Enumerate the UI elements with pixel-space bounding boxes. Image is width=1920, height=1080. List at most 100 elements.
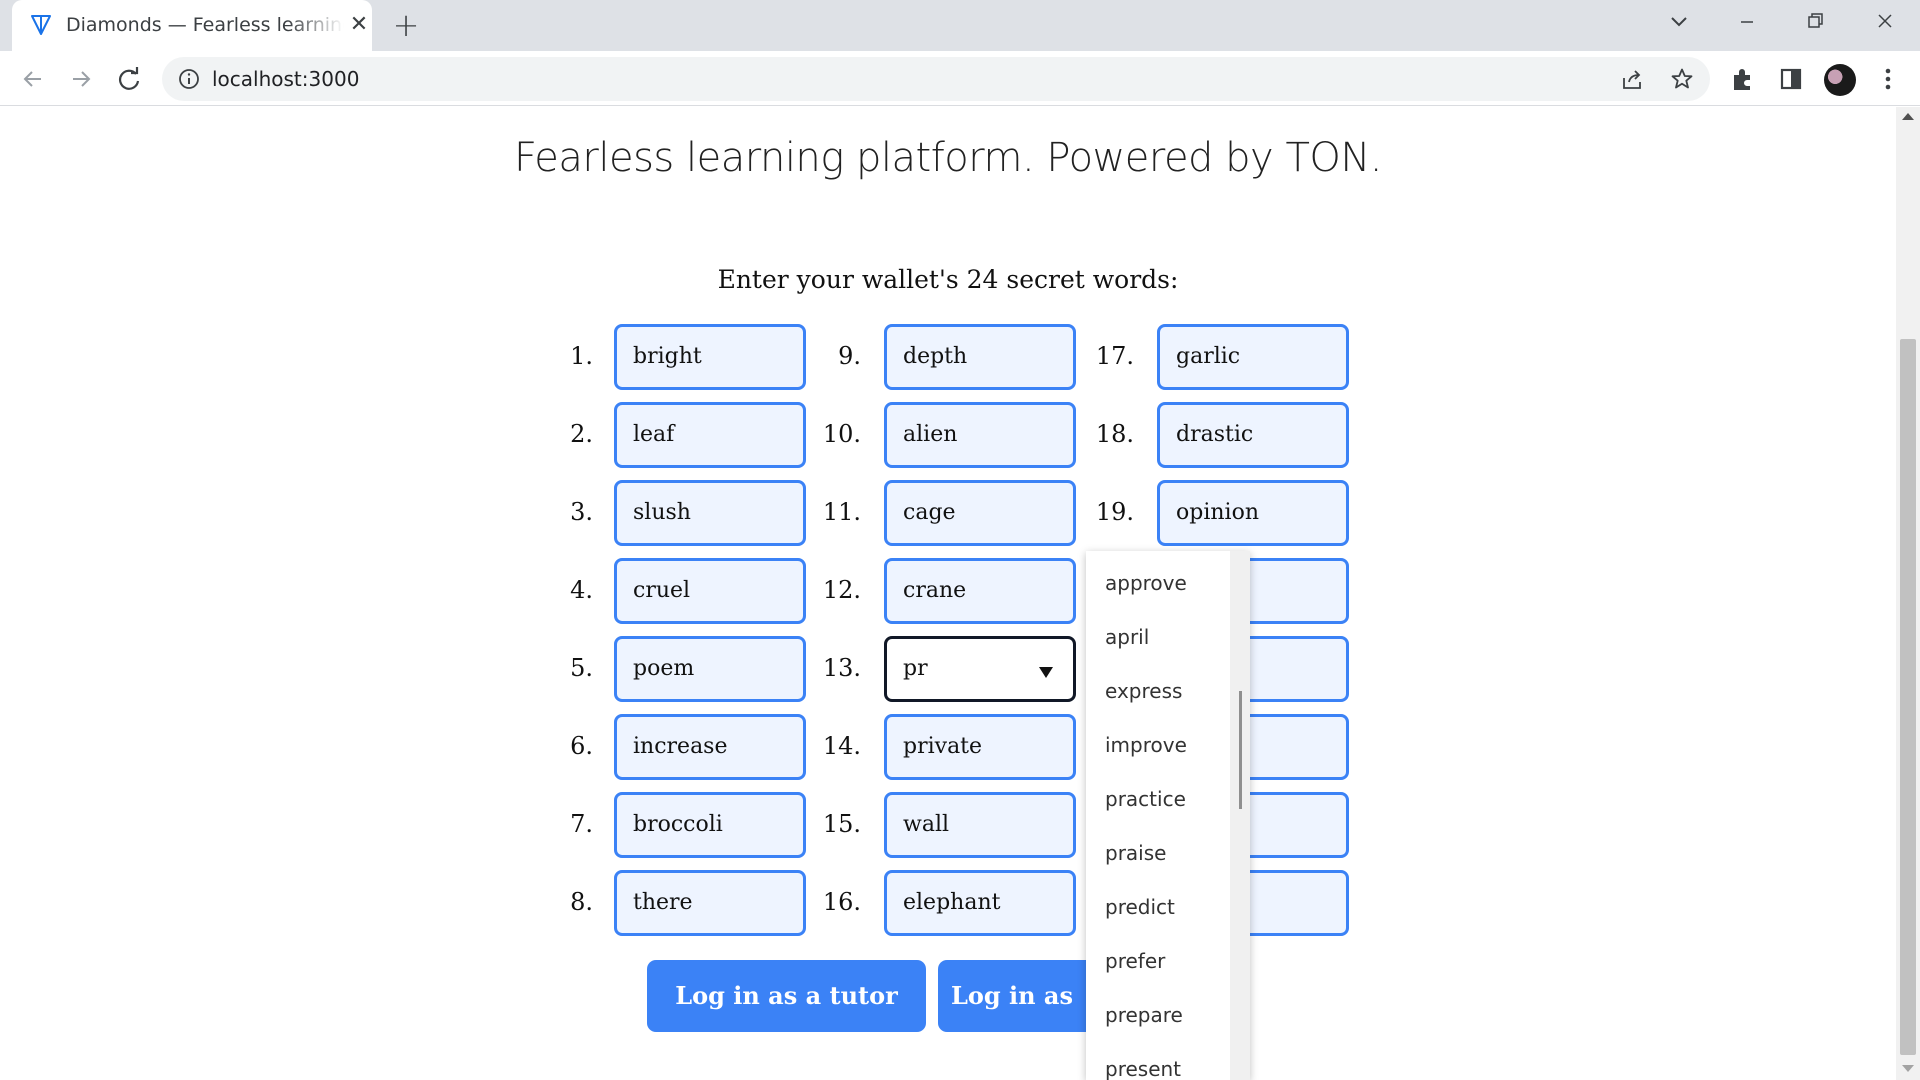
word-number: 12.	[822, 576, 861, 604]
share-icon[interactable]	[1620, 68, 1644, 92]
word-input[interactable]: wall	[884, 792, 1076, 858]
suggestion-item[interactable]: april	[1105, 625, 1149, 649]
word-number: 15.	[822, 810, 861, 838]
word-input[interactable]: private	[884, 714, 1076, 780]
word-input[interactable]: alien	[884, 402, 1076, 468]
forward-arrow-icon[interactable]	[66, 64, 96, 94]
browser-toolbar: localhost:3000	[0, 51, 1920, 106]
tab-search-chevron-icon[interactable]	[1646, 8, 1712, 38]
site-info-icon[interactable]	[178, 68, 200, 90]
word-value: poem	[633, 656, 695, 681]
word-number: 17.	[1095, 342, 1134, 370]
address-bar[interactable]: localhost:3000	[162, 57, 1710, 101]
word-value: depth	[903, 344, 968, 369]
word-value: cruel	[633, 578, 691, 603]
word-input[interactable]: crane	[884, 558, 1076, 624]
suggestion-item[interactable]: express	[1105, 679, 1182, 703]
word-input[interactable]: increase	[614, 714, 806, 780]
side-panel-icon[interactable]	[1778, 66, 1804, 92]
page-scrollbar[interactable]	[1896, 107, 1920, 1080]
url-text: localhost:3000	[212, 67, 360, 91]
word-value: garlic	[1176, 344, 1241, 369]
word-number: 13.	[822, 654, 861, 682]
word-value: drastic	[1176, 422, 1254, 447]
word-number: 10.	[822, 420, 861, 448]
word-value: slush	[633, 500, 691, 525]
word-input[interactable]: bright	[614, 324, 806, 390]
word-number: 14.	[822, 732, 861, 760]
login-tutor-button[interactable]: Log in as a tutor	[647, 960, 926, 1032]
bookmark-star-icon[interactable]	[1670, 67, 1694, 91]
suggestion-item[interactable]: predict	[1105, 895, 1175, 919]
word-number: 8.	[570, 888, 593, 916]
suggestion-item[interactable]: praise	[1105, 841, 1166, 865]
back-arrow-icon[interactable]	[18, 64, 48, 94]
word-input[interactable]: garlic	[1157, 324, 1349, 390]
word-value: broccoli	[633, 812, 723, 837]
word-suggestions-dropdown[interactable]: approve april express improve practice praise…	[1086, 551, 1250, 1080]
tab-close-icon[interactable]: ✕	[346, 12, 372, 38]
word-value: opinion	[1176, 500, 1259, 525]
word-value: crane	[903, 578, 967, 603]
scroll-down-arrow-icon[interactable]	[1902, 1065, 1914, 1072]
word-number: 3.	[570, 498, 593, 526]
reload-icon[interactable]	[114, 64, 144, 94]
word-number: 19.	[1095, 498, 1134, 526]
word-input[interactable]: leaf	[614, 402, 806, 468]
scroll-up-arrow-icon[interactable]	[1902, 113, 1914, 120]
word-input[interactable]: cruel	[614, 558, 806, 624]
word-number: 16.	[822, 888, 861, 916]
page-scroll-thumb[interactable]	[1900, 339, 1916, 1055]
word-value: alien	[903, 422, 958, 447]
word-number: 2.	[570, 420, 593, 448]
word-value: cage	[903, 500, 956, 525]
profile-avatar[interactable]	[1824, 64, 1856, 96]
more-menu-icon[interactable]	[1876, 64, 1900, 94]
tab-strip: Diamonds — Fearless learning platform ✕ …	[0, 0, 1920, 51]
new-tab-icon[interactable]: +	[390, 9, 422, 42]
word-number: 11.	[822, 498, 861, 526]
word-input[interactable]: slush	[614, 480, 806, 546]
suggestion-item[interactable]: practice	[1105, 787, 1186, 811]
login-student-button[interactable]: Log in as	[938, 960, 1086, 1032]
word-input[interactable]: there	[614, 870, 806, 936]
extensions-puzzle-icon[interactable]	[1730, 66, 1756, 92]
word-value: elephant	[903, 890, 1001, 915]
suggestion-item[interactable]: present	[1105, 1057, 1181, 1080]
word-input[interactable]: drastic	[1157, 402, 1349, 468]
word-number: 6.	[570, 732, 593, 760]
minimize-icon[interactable]	[1714, 0, 1780, 44]
suggestion-item[interactable]: prefer	[1105, 949, 1165, 973]
word-input[interactable]: broccoli	[614, 792, 806, 858]
word-value: pr	[903, 656, 928, 681]
window-close-icon[interactable]	[1852, 0, 1918, 44]
secret-words-prompt: Enter your wallet's 24 secret words:	[717, 265, 1179, 294]
word-number: 9.	[838, 342, 861, 370]
suggestion-item[interactable]: improve	[1105, 733, 1187, 757]
word-number: 5.	[570, 654, 593, 682]
word-value: bright	[633, 344, 702, 369]
dropdown-scroll-thumb[interactable]	[1239, 691, 1242, 809]
word-number: 1.	[570, 342, 593, 370]
page-content: Fearless learning platform. Powered by T…	[0, 107, 1896, 1080]
word-input-active[interactable]: pr	[884, 636, 1076, 702]
tab-title: Diamonds — Fearless learning platform	[66, 14, 344, 36]
word-number: 7.	[570, 810, 593, 838]
restore-icon[interactable]	[1782, 0, 1848, 44]
word-value: increase	[633, 734, 728, 759]
word-number: 18.	[1095, 420, 1134, 448]
word-input[interactable]: depth	[884, 324, 1076, 390]
dropdown-scrollbar[interactable]	[1230, 551, 1250, 1080]
word-number: 4.	[570, 576, 593, 604]
word-input[interactable]: opinion	[1157, 480, 1349, 546]
suggestion-item[interactable]: prepare	[1105, 1003, 1183, 1027]
word-value: wall	[903, 812, 950, 837]
dropdown-caret-icon[interactable]	[1039, 667, 1053, 678]
word-input[interactable]: cage	[884, 480, 1076, 546]
suggestion-item[interactable]: approve	[1105, 571, 1187, 595]
page-title: Fearless learning platform. Powered by T…	[513, 135, 1383, 181]
word-input[interactable]: elephant	[884, 870, 1076, 936]
word-input[interactable]: poem	[614, 636, 806, 702]
browser-tab[interactable]: Diamonds — Fearless learning platform ✕	[12, 0, 372, 51]
word-value: there	[633, 890, 693, 915]
